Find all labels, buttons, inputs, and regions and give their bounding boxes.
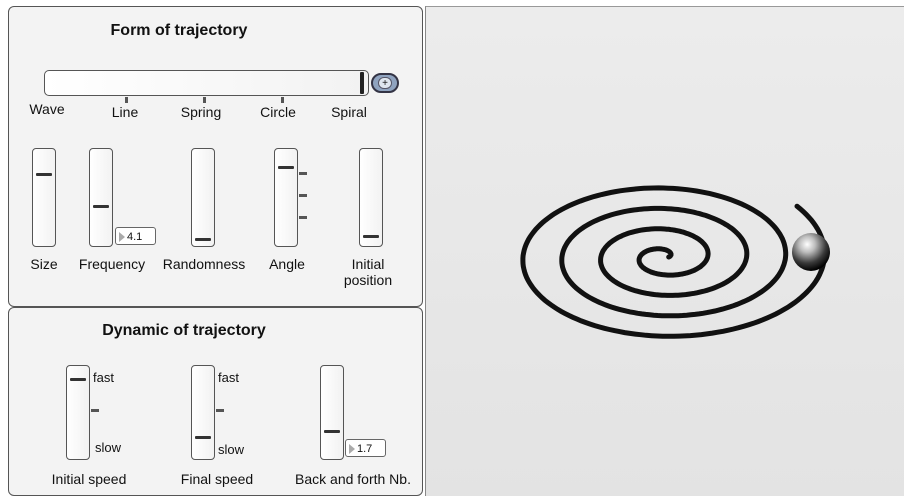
initial-speed-slow-label: slow <box>95 440 122 455</box>
shape-slider-track[interactable] <box>44 70 369 96</box>
frequency-value-box: 4.1 <box>115 227 156 245</box>
size-slider[interactable] <box>32 148 56 247</box>
initial-position-label-line1: Initial <box>351 256 385 272</box>
expand-button[interactable]: + <box>371 73 399 93</box>
size-slider-thumb[interactable] <box>36 173 52 176</box>
back-and-forth-slider-thumb[interactable] <box>324 430 340 433</box>
shape-tick <box>125 97 128 103</box>
final-speed-slider-thumb[interactable] <box>195 436 211 439</box>
initial-speed-label: Initial speed <box>51 471 127 487</box>
angle-tick <box>299 172 307 175</box>
angle-slider-thumb[interactable] <box>278 166 294 169</box>
angle-slider[interactable] <box>274 148 298 247</box>
initial-speed-slider-thumb[interactable] <box>70 378 86 381</box>
back-and-forth-label: Back and forth Nb. <box>295 471 411 487</box>
form-of-trajectory-panel: Form of trajectory + Wave Line Spring Ci… <box>8 6 423 307</box>
dynamic-panel-title: Dynamic of trajectory <box>102 322 266 339</box>
play-icon <box>119 232 125 243</box>
shape-tick <box>281 97 284 103</box>
form-panel-title: Form of trajectory <box>110 22 248 39</box>
initial-position-slider-thumb[interactable] <box>363 235 379 238</box>
shape-label-spiral: Spiral <box>331 104 367 120</box>
shape-slider-thumb[interactable] <box>360 72 364 94</box>
shape-label-circle: Circle <box>260 104 296 120</box>
dynamic-of-trajectory-panel: Dynamic of trajectory fast slow Initial … <box>8 307 423 496</box>
moving-ball <box>792 233 830 271</box>
frequency-label: Frequency <box>78 256 146 272</box>
initial-position-label-line2: position <box>343 272 393 288</box>
shape-label-line: Line <box>111 104 139 120</box>
final-speed-tick <box>216 409 224 412</box>
angle-label: Angle <box>269 256 305 272</box>
final-speed-label: Final speed <box>180 471 254 487</box>
initial-speed-tick <box>91 409 99 412</box>
back-and-forth-value-box: 1.7 <box>345 439 386 457</box>
randomness-slider-thumb[interactable] <box>195 238 211 241</box>
size-label: Size <box>30 256 58 272</box>
trajectory-canvas[interactable] <box>425 6 904 496</box>
plus-icon: + <box>378 77 392 89</box>
frequency-value: 4.1 <box>127 231 143 243</box>
initial-position-slider[interactable] <box>359 148 383 247</box>
randomness-slider[interactable] <box>191 148 215 247</box>
shape-label-wave: Wave <box>29 101 65 117</box>
frequency-slider-thumb[interactable] <box>93 205 109 208</box>
final-speed-slow-label: slow <box>218 442 245 457</box>
initial-speed-fast-label: fast <box>93 370 114 385</box>
back-and-forth-value: 1.7 <box>357 443 373 455</box>
frequency-slider[interactable] <box>89 148 113 247</box>
final-speed-fast-label: fast <box>218 370 239 385</box>
trajectory-view <box>520 185 830 339</box>
play-icon <box>349 444 355 455</box>
angle-tick <box>299 194 307 197</box>
randomness-label: Randomness <box>162 256 246 272</box>
final-speed-slider[interactable] <box>191 365 215 460</box>
initial-speed-slider[interactable] <box>66 365 90 460</box>
spiral-trajectory <box>520 185 828 339</box>
shape-tick <box>203 97 206 103</box>
angle-tick <box>299 216 307 219</box>
shape-label-spring: Spring <box>180 104 222 120</box>
back-and-forth-slider[interactable] <box>320 365 344 460</box>
